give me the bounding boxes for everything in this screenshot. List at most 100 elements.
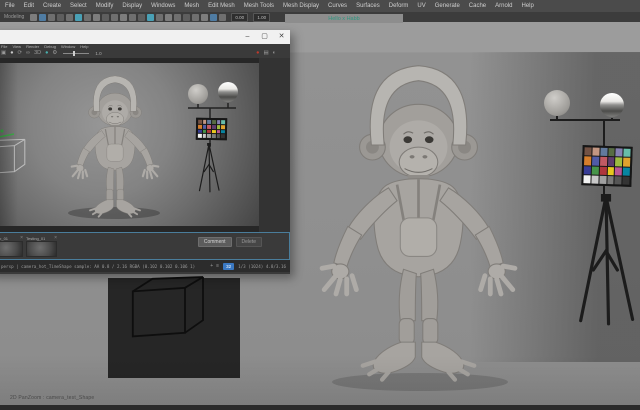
checker-swatch <box>216 129 221 134</box>
shelf-icons <box>30 13 227 21</box>
shelf-tool-icon[interactable] <box>219 13 227 21</box>
shelf-tool-icon[interactable] <box>111 13 119 21</box>
checker-swatch <box>622 167 630 176</box>
render-view-titlebar[interactable]: – ▢ ✕ <box>0 30 290 44</box>
shelf-tool-icon[interactable] <box>120 13 128 21</box>
shelf-tool-icon[interactable] <box>102 13 110 21</box>
shelf-tool-icon[interactable] <box>39 13 47 21</box>
menu-item[interactable]: Create <box>43 3 61 9</box>
color-checker-small <box>195 117 228 141</box>
render-scene <box>0 74 238 219</box>
checker-swatch <box>591 156 599 166</box>
menu-item[interactable]: Windows <box>151 3 175 9</box>
link-icon[interactable]: ∞ <box>26 49 30 58</box>
checker-swatch <box>212 124 216 129</box>
menu-item[interactable]: Surfaces <box>356 3 380 9</box>
checker-swatch <box>615 166 623 176</box>
menu-item[interactable]: Mesh Display <box>283 3 319 9</box>
minimize-icon[interactable]: – <box>239 30 256 44</box>
app-menubar: File Edit Create Select Modify Display Windows… <box>0 0 640 12</box>
shelf-tool-icon[interactable] <box>165 13 173 21</box>
close-icon[interactable]: ✕ <box>273 30 290 44</box>
menu-item[interactable]: UV <box>417 3 425 9</box>
progress-badge: 32 <box>223 262 235 270</box>
shelf-tool-icon[interactable] <box>48 13 56 21</box>
viewport-tab[interactable]: Hello x Habb <box>285 14 403 23</box>
slider-knob[interactable] <box>73 51 76 56</box>
checker-swatch <box>202 134 207 138</box>
render-menu-item[interactable]: Window <box>61 44 75 49</box>
checker-swatch <box>197 134 202 138</box>
checker-swatch <box>216 124 221 129</box>
status-icon[interactable]: + <box>210 263 213 269</box>
menu-item[interactable]: Modify <box>96 3 114 9</box>
stop-render-icon[interactable]: ● <box>256 49 259 58</box>
shelf-tool-icon[interactable] <box>129 13 137 21</box>
toolbar-right-icons: ● ▤ ◐ <box>256 49 276 58</box>
shelf-tool-icon[interactable] <box>66 13 74 21</box>
gear-icon[interactable]: ⚙ <box>52 49 57 58</box>
three-d-icon[interactable]: 3D <box>34 49 41 58</box>
render-menu-item[interactable]: Help <box>80 44 88 49</box>
render-frame-gutter <box>259 58 290 232</box>
menu-item[interactable]: Generate <box>435 3 460 9</box>
menu-item[interactable]: Edit Mesh <box>208 3 235 9</box>
viewport-hud-title: Hello x Habb <box>328 15 360 22</box>
menu-item[interactable]: Cache <box>469 3 486 9</box>
menu-item[interactable]: Mesh Tools <box>244 3 274 9</box>
record-icon[interactable]: ● <box>10 49 13 58</box>
snapshot-thumbnail[interactable] <box>0 241 23 257</box>
maximize-icon[interactable]: ▢ <box>256 30 273 44</box>
snapshot-item[interactable]: Testing_01 × <box>26 235 57 257</box>
shelf-tool-icon[interactable] <box>30 13 38 21</box>
checker-swatch <box>592 147 600 156</box>
bottom-edge-bar <box>0 405 640 410</box>
snapshot-label: Snap_01 <box>0 235 9 241</box>
menu-item[interactable]: Curves <box>328 3 347 9</box>
snap-value-field[interactable]: 0.00 <box>231 12 249 22</box>
shelf-tool-icon[interactable] <box>138 13 146 21</box>
render-progress-text: 1/3 (1024) 4.8/3.16 <box>238 263 286 269</box>
status-icon[interactable]: ≡ <box>216 263 219 269</box>
snapshot-item[interactable]: Snap_01 × <box>0 235 23 257</box>
workspace-selector[interactable]: Modeling <box>4 14 24 20</box>
menu-item[interactable]: Display <box>122 3 142 9</box>
scale-value-field[interactable]: 1.00 <box>253 12 271 22</box>
shelf-tool-icon[interactable] <box>192 13 200 21</box>
aov-dot-icon[interactable]: ● <box>45 49 48 58</box>
help-icon[interactable]: ◐ <box>273 49 276 58</box>
snapshot-close-icon[interactable]: × <box>20 235 23 241</box>
menu-item[interactable]: Arnold <box>495 3 512 9</box>
shelf-tool-icon[interactable] <box>201 13 209 21</box>
menu-item[interactable]: Select <box>70 3 87 9</box>
menu-item[interactable]: Deform <box>389 3 409 9</box>
delete-button[interactable]: Delete <box>235 237 262 247</box>
store-image-icon[interactable]: ▣ <box>1 49 6 58</box>
menu-item[interactable]: File <box>5 3 15 9</box>
shelf-tool-icon[interactable] <box>210 13 218 21</box>
menu-item[interactable]: Mesh <box>184 3 199 9</box>
checker-swatch <box>211 129 216 134</box>
snapshot-thumbnail[interactable] <box>26 241 57 257</box>
refresh-icon[interactable]: ⟳ <box>18 49 23 58</box>
snapshot-close-icon[interactable]: × <box>54 235 57 241</box>
shelf-tool-icon[interactable] <box>57 13 65 21</box>
shelf-tool-icon[interactable] <box>183 13 191 21</box>
maya-application: File Edit Create Select Modify Display Windows… <box>0 0 640 410</box>
checker-swatch <box>607 166 615 176</box>
render-image[interactable] <box>0 63 259 226</box>
shelf-tool-icon[interactable] <box>156 13 164 21</box>
snapshot-label: Testing_01 <box>26 235 46 241</box>
snapshot-icon[interactable]: ▤ <box>263 49 268 58</box>
shelf-tool-icon[interactable] <box>147 13 155 21</box>
shelf-tool-icon[interactable] <box>174 13 182 21</box>
shelf-tool-icon[interactable] <box>84 13 92 21</box>
checker-swatch <box>600 147 608 157</box>
slider-value: 1.0 <box>95 51 102 56</box>
shelf-tool-icon[interactable] <box>75 13 83 21</box>
shelf-tool-icon[interactable] <box>93 13 101 21</box>
menu-item[interactable]: Edit <box>24 3 34 9</box>
comment-button[interactable]: Comment <box>197 237 232 247</box>
exposure-slider[interactable] <box>63 51 90 56</box>
menu-item[interactable]: Help <box>521 3 533 9</box>
